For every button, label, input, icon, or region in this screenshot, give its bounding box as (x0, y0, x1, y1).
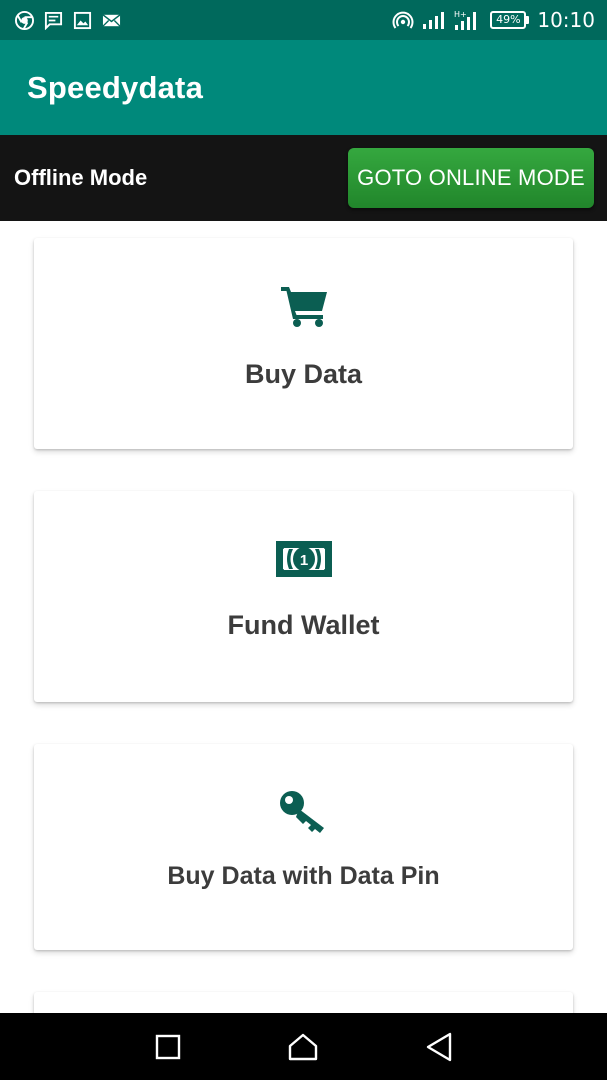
battery-level: 49% (490, 11, 527, 29)
image-icon (72, 10, 92, 30)
recents-button[interactable] (138, 1017, 198, 1077)
goto-online-mode-button[interactable]: GOTO ONLINE MODE (348, 148, 594, 208)
clock: 10:10 (537, 8, 595, 32)
buy-data-pin-card[interactable]: Buy Data with Data Pin (34, 744, 573, 950)
buy-data-label: Buy Data (244, 359, 363, 389)
buy-data-pin-label: Buy Data with Data Pin (167, 862, 440, 890)
mode-label: Offline Mode (14, 165, 148, 190)
fund-wallet-label: Fund Wallet (227, 610, 380, 640)
menu-list[interactable]: Buy Data 1 Fund Wallet Buy Data with Dat… (0, 221, 607, 1013)
svg-text:H+: H+ (454, 10, 467, 19)
app-bar: Speedydata (0, 40, 607, 135)
chrome-icon (14, 10, 34, 30)
battery-icon: 49% (490, 11, 530, 29)
fund-wallet-card[interactable]: 1 Fund Wallet (34, 491, 573, 702)
mail-icon (101, 10, 121, 30)
cart-icon (279, 283, 329, 329)
signal-h-icon: H+ (454, 9, 480, 31)
signal-icon (422, 10, 446, 30)
navigation-bar (0, 1013, 607, 1080)
status-bar: H+ 49% 10:10 (0, 0, 607, 40)
svg-text:1: 1 (299, 552, 307, 569)
partial-card[interactable] (34, 992, 573, 1013)
offline-banner: Offline Mode GOTO ONLINE MODE (0, 135, 607, 221)
back-button[interactable] (409, 1017, 469, 1077)
hotspot-icon (392, 10, 414, 30)
message-icon (43, 10, 63, 30)
system-icons: H+ 49% 10:10 (384, 8, 595, 32)
buy-data-card[interactable]: Buy Data (34, 238, 573, 449)
money-icon: 1 (275, 538, 333, 580)
notification-icons (14, 10, 130, 30)
app-title: Speedydata (27, 69, 204, 105)
key-icon (278, 788, 330, 836)
home-button[interactable] (273, 1017, 333, 1077)
